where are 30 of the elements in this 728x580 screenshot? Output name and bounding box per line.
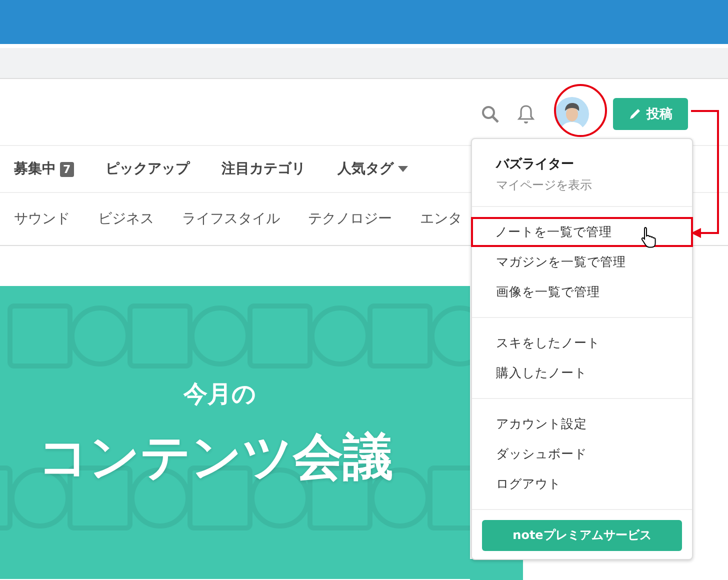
highlight-circle xyxy=(554,84,607,137)
user-name: バズライター xyxy=(496,156,575,173)
count-badge: 7 xyxy=(60,162,74,176)
bell-icon[interactable] xyxy=(517,104,535,124)
menu-item[interactable]: アカウント設定 xyxy=(472,409,692,439)
menu-item[interactable]: マガジンを一覧で管理 xyxy=(472,247,692,277)
nav-tab[interactable]: 人気タグ xyxy=(338,160,408,178)
banner-edge xyxy=(470,559,523,580)
banner-title: コンテンツ会議 xyxy=(38,427,393,488)
nav-tab[interactable]: ピックアップ xyxy=(106,160,190,178)
search-icon[interactable] xyxy=(481,105,499,123)
category-link[interactable]: ライフスタイル xyxy=(182,210,280,228)
caret-icon xyxy=(398,166,408,172)
category-link[interactable]: テクノロジー xyxy=(308,210,392,228)
menu-item[interactable]: ログアウト xyxy=(472,469,692,499)
pencil-icon xyxy=(628,108,640,120)
banner-subtitle: 今月の xyxy=(182,379,258,410)
category-link[interactable]: サウンド xyxy=(14,210,70,228)
nav-tab[interactable]: 注目カテゴリ xyxy=(222,160,306,178)
menu-item[interactable]: ノートを一覧で管理 xyxy=(471,217,693,247)
category-link[interactable]: エンタ xyxy=(420,210,462,228)
menu-item[interactable]: 画像を一覧で管理 xyxy=(472,277,692,307)
menu-item[interactable]: スキをしたノート xyxy=(472,328,692,358)
avatar-icon[interactable] xyxy=(555,97,589,131)
category-link[interactable]: ビジネス xyxy=(98,210,154,228)
menu-item[interactable]: ダッシュボード xyxy=(472,439,692,469)
hand-cursor-icon xyxy=(640,226,658,248)
menu-item[interactable]: 購入したノート xyxy=(472,358,692,388)
mypage-link[interactable]: マイページを表示 xyxy=(496,177,668,194)
nav-tab[interactable]: 募集中 7 xyxy=(14,160,74,178)
